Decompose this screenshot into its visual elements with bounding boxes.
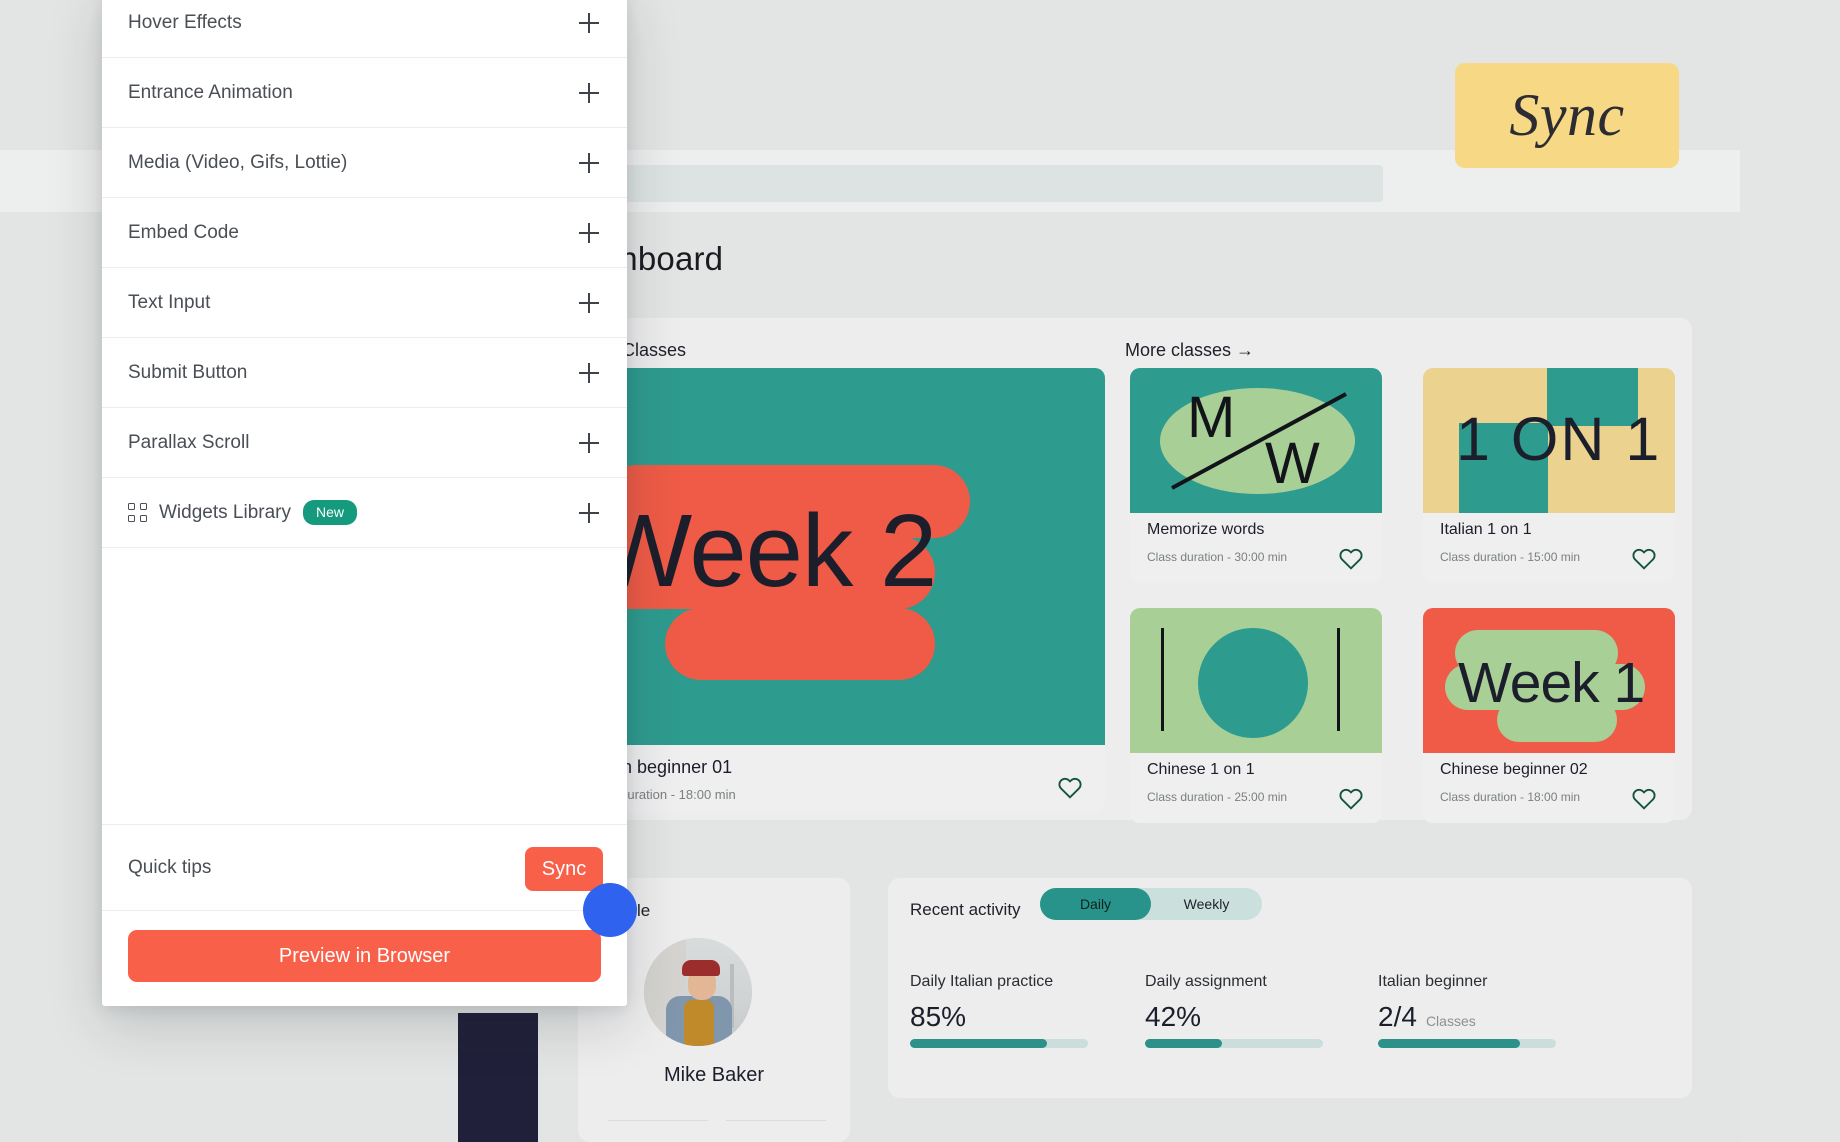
heart-icon[interactable] bbox=[1338, 786, 1364, 810]
plus-icon[interactable] bbox=[579, 432, 599, 453]
metric-progress-fill bbox=[910, 1039, 1048, 1048]
metric-value: 2/4 bbox=[1378, 1001, 1417, 1032]
featured-class-card[interactable]: Week 2 Italian beginner 01 Class duratio… bbox=[560, 368, 1105, 813]
panel-item-label: Submit Button bbox=[128, 361, 248, 383]
toggle-option-daily[interactable]: Daily bbox=[1040, 888, 1151, 920]
properties-panel: Hover Effects Entrance Animation Media (… bbox=[102, 0, 627, 1006]
class-duration: Class duration - 30:00 min bbox=[1147, 550, 1288, 564]
panel-item-list: Hover Effects Entrance Animation Media (… bbox=[102, 0, 627, 548]
divider bbox=[726, 1120, 826, 1121]
heart-icon[interactable] bbox=[1338, 546, 1364, 570]
metric: Daily Italian practice 85% bbox=[910, 973, 1088, 1048]
thumb-letter-m: M bbox=[1187, 385, 1236, 450]
panel-item-submit-button[interactable]: Submit Button bbox=[102, 338, 627, 408]
panel-item-label: Widgets Library bbox=[159, 501, 291, 523]
activity-title: Recent activity bbox=[910, 900, 1021, 919]
heart-icon[interactable] bbox=[1631, 786, 1657, 810]
class-title: Memorize words bbox=[1147, 521, 1265, 538]
panel-item-label: Text Input bbox=[128, 291, 211, 313]
thumb-line bbox=[1161, 628, 1164, 731]
plus-icon[interactable] bbox=[579, 12, 599, 33]
panel-item-entrance-animation[interactable]: Entrance Animation bbox=[102, 58, 627, 128]
class-card[interactable]: Chinese 1 on 1 Class duration - 25:00 mi… bbox=[1130, 608, 1382, 823]
sync-button[interactable]: Sync bbox=[525, 847, 603, 891]
panel-item-label: Parallax Scroll bbox=[128, 431, 250, 453]
panel-item-media[interactable]: Media (Video, Gifs, Lottie) bbox=[102, 128, 627, 198]
panel-item-label: Entrance Animation bbox=[128, 81, 293, 103]
plus-icon[interactable] bbox=[579, 362, 599, 383]
panel-item-widgets-library[interactable]: Widgets Library New bbox=[102, 478, 627, 548]
toggle-option-weekly[interactable]: Weekly bbox=[1151, 888, 1262, 920]
preview-in-browser-button[interactable]: Preview in Browser bbox=[128, 930, 601, 982]
metric: Italian beginner 2/4 Classes bbox=[1378, 973, 1556, 1048]
status-badge: New bbox=[303, 500, 358, 525]
metric-unit: Classes bbox=[1425, 1013, 1476, 1029]
profile-name: Mike Baker bbox=[663, 1064, 765, 1086]
metric-progress-fill bbox=[1378, 1039, 1521, 1048]
plus-icon[interactable] bbox=[579, 292, 599, 313]
metric-label: Daily assignment bbox=[1145, 973, 1267, 990]
class-thumbnail: 1 ON 1 bbox=[1423, 368, 1675, 513]
avatar-shirt bbox=[684, 1000, 714, 1046]
thumb-text: Week 1 bbox=[1458, 651, 1645, 715]
sync-brand-label: Sync bbox=[1509, 82, 1625, 148]
activity-period-toggle[interactable]: Daily Weekly bbox=[1040, 888, 1262, 920]
metric-value: 85% bbox=[910, 1001, 967, 1032]
featured-class-thumbnail: Week 2 bbox=[560, 368, 1105, 745]
heart-icon[interactable] bbox=[1631, 546, 1657, 570]
screen: Search Sync Dashboard Recent Classes Mor… bbox=[0, 0, 1840, 1142]
thumb-line bbox=[1337, 628, 1340, 731]
panel-item-text-input[interactable]: Text Input bbox=[102, 268, 627, 338]
class-card[interactable]: Week 1 Chinese beginner 02 Class duratio… bbox=[1423, 608, 1675, 823]
thumb-blob bbox=[665, 608, 935, 680]
avatar bbox=[644, 938, 752, 1046]
panel-empty-area bbox=[102, 549, 627, 824]
class-card[interactable]: 1 ON 1 Italian 1 on 1 Class duration - 1… bbox=[1423, 368, 1675, 583]
thumb-letter-w: W bbox=[1265, 431, 1320, 496]
class-title: Chinese beginner 02 bbox=[1440, 761, 1588, 778]
thumb-circle bbox=[1198, 628, 1308, 738]
panel-item-embed-code[interactable]: Embed Code bbox=[102, 198, 627, 268]
featured-class-meta: Italian beginner 01 Class duration - 18:… bbox=[560, 745, 1105, 813]
more-classes-link[interactable]: More classes → bbox=[1125, 340, 1254, 361]
panel-item-hover-effects[interactable]: Hover Effects bbox=[102, 0, 627, 58]
sync-brand-card: Sync bbox=[1455, 63, 1679, 168]
class-duration: Class duration - 25:00 min bbox=[1147, 790, 1288, 804]
metric-progress-bar bbox=[910, 1039, 1088, 1048]
plus-icon[interactable] bbox=[579, 152, 599, 173]
class-title: Chinese 1 on 1 bbox=[1147, 761, 1255, 778]
sidebar-strip bbox=[458, 1013, 538, 1142]
panel-item-parallax-scroll[interactable]: Parallax Scroll bbox=[102, 408, 627, 478]
activity-card: Recent activity Daily Weekly Daily Itali… bbox=[888, 878, 1692, 1098]
panel-item-label: Media (Video, Gifs, Lottie) bbox=[128, 151, 348, 173]
class-duration: Class duration - 15:00 min bbox=[1440, 550, 1581, 564]
plus-icon[interactable] bbox=[579, 502, 599, 523]
class-duration: Class duration - 18:00 min bbox=[1440, 790, 1581, 804]
grid-icon bbox=[128, 503, 147, 522]
panel-item-label: Hover Effects bbox=[128, 11, 242, 33]
metric-progress-fill bbox=[1145, 1039, 1222, 1048]
plus-icon[interactable] bbox=[579, 222, 599, 243]
metric-progress-bar bbox=[1378, 1039, 1556, 1048]
heart-icon[interactable] bbox=[1057, 775, 1083, 799]
cursor-pointer bbox=[583, 883, 637, 937]
quick-tips-label: Quick tips bbox=[128, 856, 212, 878]
divider bbox=[608, 1120, 708, 1121]
metric-value: 42% bbox=[1145, 1001, 1202, 1032]
metric-label: Daily Italian practice bbox=[910, 973, 1054, 990]
metric-progress-bar bbox=[1145, 1039, 1323, 1048]
metric-label: Italian beginner bbox=[1378, 973, 1488, 990]
metric: Daily assignment 42% bbox=[1145, 973, 1323, 1048]
avatar-cap bbox=[682, 960, 720, 976]
class-card[interactable]: M W Memorize words Class duration - 30:0… bbox=[1130, 368, 1382, 583]
panel-item-label: Embed Code bbox=[128, 221, 239, 243]
plus-icon[interactable] bbox=[579, 82, 599, 103]
class-thumbnail bbox=[1130, 608, 1382, 753]
class-thumbnail: Week 1 bbox=[1423, 608, 1675, 753]
featured-thumb-text: Week 2 bbox=[595, 493, 937, 608]
class-thumbnail: M W bbox=[1130, 368, 1382, 513]
quick-tips-row: Quick tips Sync bbox=[102, 824, 627, 911]
thumb-text: 1 ON 1 bbox=[1456, 405, 1662, 473]
class-title: Italian 1 on 1 bbox=[1440, 521, 1532, 538]
